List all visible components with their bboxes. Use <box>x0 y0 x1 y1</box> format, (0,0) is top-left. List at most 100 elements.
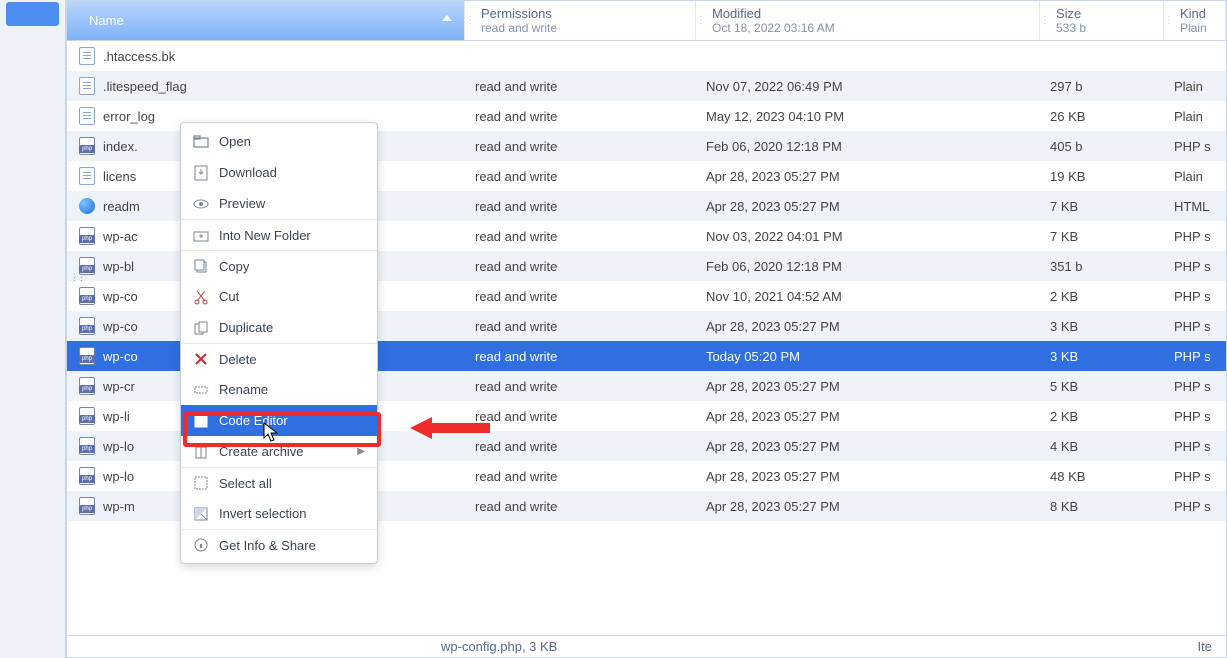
col-label: Modified <box>712 6 1029 21</box>
file-name: wp-ac <box>103 229 138 244</box>
menu-create-archive[interactable]: Create archive▶ <box>181 436 377 467</box>
menu-invert-selection[interactable]: Invert selection <box>181 498 377 529</box>
col-header-kind[interactable]: Kind Plain <box>1170 1 1226 40</box>
file-perm: read and write <box>465 199 696 214</box>
col-header-name[interactable]: Name <box>67 1 465 40</box>
status-file-info: wp-config.php, 3 KB <box>441 639 557 654</box>
file-perm: read and write <box>465 169 696 184</box>
file-name: wp-m <box>103 499 135 514</box>
file-name: index. <box>103 139 138 154</box>
col-sub: Plain <box>1180 21 1215 35</box>
label: Select all <box>219 476 272 491</box>
col-sub: read and write <box>481 21 685 35</box>
cut-icon <box>193 289 209 305</box>
file-name: wp-co <box>103 289 138 304</box>
file-kind: PHP s <box>1164 469 1220 484</box>
file-name: wp-co <box>103 319 138 334</box>
file-size: 8 KB <box>1040 499 1164 514</box>
file-kind: PHP s <box>1164 349 1220 364</box>
label: Code Editor <box>219 413 288 428</box>
table-row[interactable]: .litespeed_flagread and writeNov 07, 202… <box>67 71 1226 101</box>
context-menu: Open Download Preview Into New Folder Co… <box>180 122 378 564</box>
menu-get-info[interactable]: Get Info & Share <box>181 529 377 560</box>
delete-icon <box>193 351 209 367</box>
preview-icon <box>193 196 209 212</box>
status-bar: wp-config.php, 3 KB Ite <box>67 635 1226 657</box>
file-kind: PHP s <box>1164 379 1220 394</box>
invert-icon <box>193 506 209 522</box>
submenu-arrow-icon: ▶ <box>357 446 365 457</box>
file-php-icon <box>79 437 95 455</box>
file-name: wp-lo <box>103 469 134 484</box>
menu-cut[interactable]: Cut <box>181 281 377 312</box>
menu-code-editor[interactable]: Code Editor <box>181 405 377 436</box>
file-perm: read and write <box>465 109 696 124</box>
folder-plus-icon <box>193 227 209 243</box>
file-php-icon <box>79 227 95 245</box>
file-name: wp-li <box>103 409 130 424</box>
file-perm: read and write <box>465 319 696 334</box>
file-kind: PHP s <box>1164 409 1220 424</box>
file-kind: PHP s <box>1164 259 1220 274</box>
col-label: Name <box>89 13 454 28</box>
file-size: 26 KB <box>1040 109 1164 124</box>
col-label: Permissions <box>481 6 685 21</box>
table-row[interactable]: .htaccess.bk <box>67 41 1226 71</box>
col-header-modified[interactable]: Modified Oct 18, 2022 03:16 AM <box>702 1 1040 40</box>
file-perm: read and write <box>465 379 696 394</box>
menu-preview[interactable]: Preview <box>181 188 377 219</box>
menu-rename[interactable]: Rename <box>181 374 377 405</box>
label: Copy <box>219 259 249 274</box>
duplicate-icon <box>193 320 209 336</box>
label: Open <box>219 134 251 149</box>
file-modified: Apr 28, 2023 05:27 PM <box>696 169 1040 184</box>
file-size: 2 KB <box>1040 409 1164 424</box>
file-kind: Plain <box>1164 79 1220 94</box>
menu-duplicate[interactable]: Duplicate <box>181 312 377 343</box>
file-perm: read and write <box>465 499 696 514</box>
label: Delete <box>219 352 257 367</box>
file-size: 3 KB <box>1040 319 1164 334</box>
label: Download <box>219 165 277 180</box>
select-all-icon <box>193 475 209 491</box>
download-icon <box>193 165 209 181</box>
label: Into New Folder <box>219 228 311 243</box>
copy-icon <box>193 258 209 274</box>
menu-into-folder[interactable]: Into New Folder <box>181 219 377 250</box>
col-sub: Oct 18, 2022 03:16 AM <box>712 21 1029 35</box>
table-header: Name ⋮ Permissions read and write ⋮ Modi… <box>67 1 1226 41</box>
file-name: wp-bl <box>103 259 134 274</box>
menu-open[interactable]: Open <box>181 126 377 157</box>
file-size: 4 KB <box>1040 439 1164 454</box>
file-kind: PHP s <box>1164 139 1220 154</box>
file-modified: Apr 28, 2023 05:27 PM <box>696 379 1040 394</box>
file-perm: read and write <box>465 229 696 244</box>
file-php-icon <box>79 257 95 275</box>
file-php-icon <box>79 287 95 305</box>
rename-icon <box>193 382 209 398</box>
file-php-icon <box>79 377 95 395</box>
file-size: 7 KB <box>1040 229 1164 244</box>
col-header-permissions[interactable]: Permissions read and write <box>471 1 696 40</box>
file-php-icon <box>79 467 95 485</box>
file-size: 19 KB <box>1040 169 1164 184</box>
label: Duplicate <box>219 320 273 335</box>
file-modified: Apr 28, 2023 05:27 PM <box>696 409 1040 424</box>
file-modified: Apr 28, 2023 05:27 PM <box>696 439 1040 454</box>
file-kind: HTML <box>1164 199 1220 214</box>
file-size: 2 KB <box>1040 289 1164 304</box>
status-items: Ite <box>1198 639 1212 654</box>
col-header-size[interactable]: Size 533 b <box>1046 1 1164 40</box>
menu-delete[interactable]: Delete <box>181 343 377 374</box>
menu-select-all[interactable]: Select all <box>181 467 377 498</box>
menu-download[interactable]: Download <box>181 157 377 188</box>
file-name: readm <box>103 199 140 214</box>
file-kind: Plain <box>1164 109 1220 124</box>
file-size: 297 b <box>1040 79 1164 94</box>
file-php-icon <box>79 347 95 365</box>
menu-copy[interactable]: Copy <box>181 250 377 281</box>
sidebar-selected-folder[interactable] <box>6 2 59 26</box>
file-size: 48 KB <box>1040 469 1164 484</box>
sort-asc-icon <box>442 15 452 21</box>
label: Preview <box>219 196 265 211</box>
